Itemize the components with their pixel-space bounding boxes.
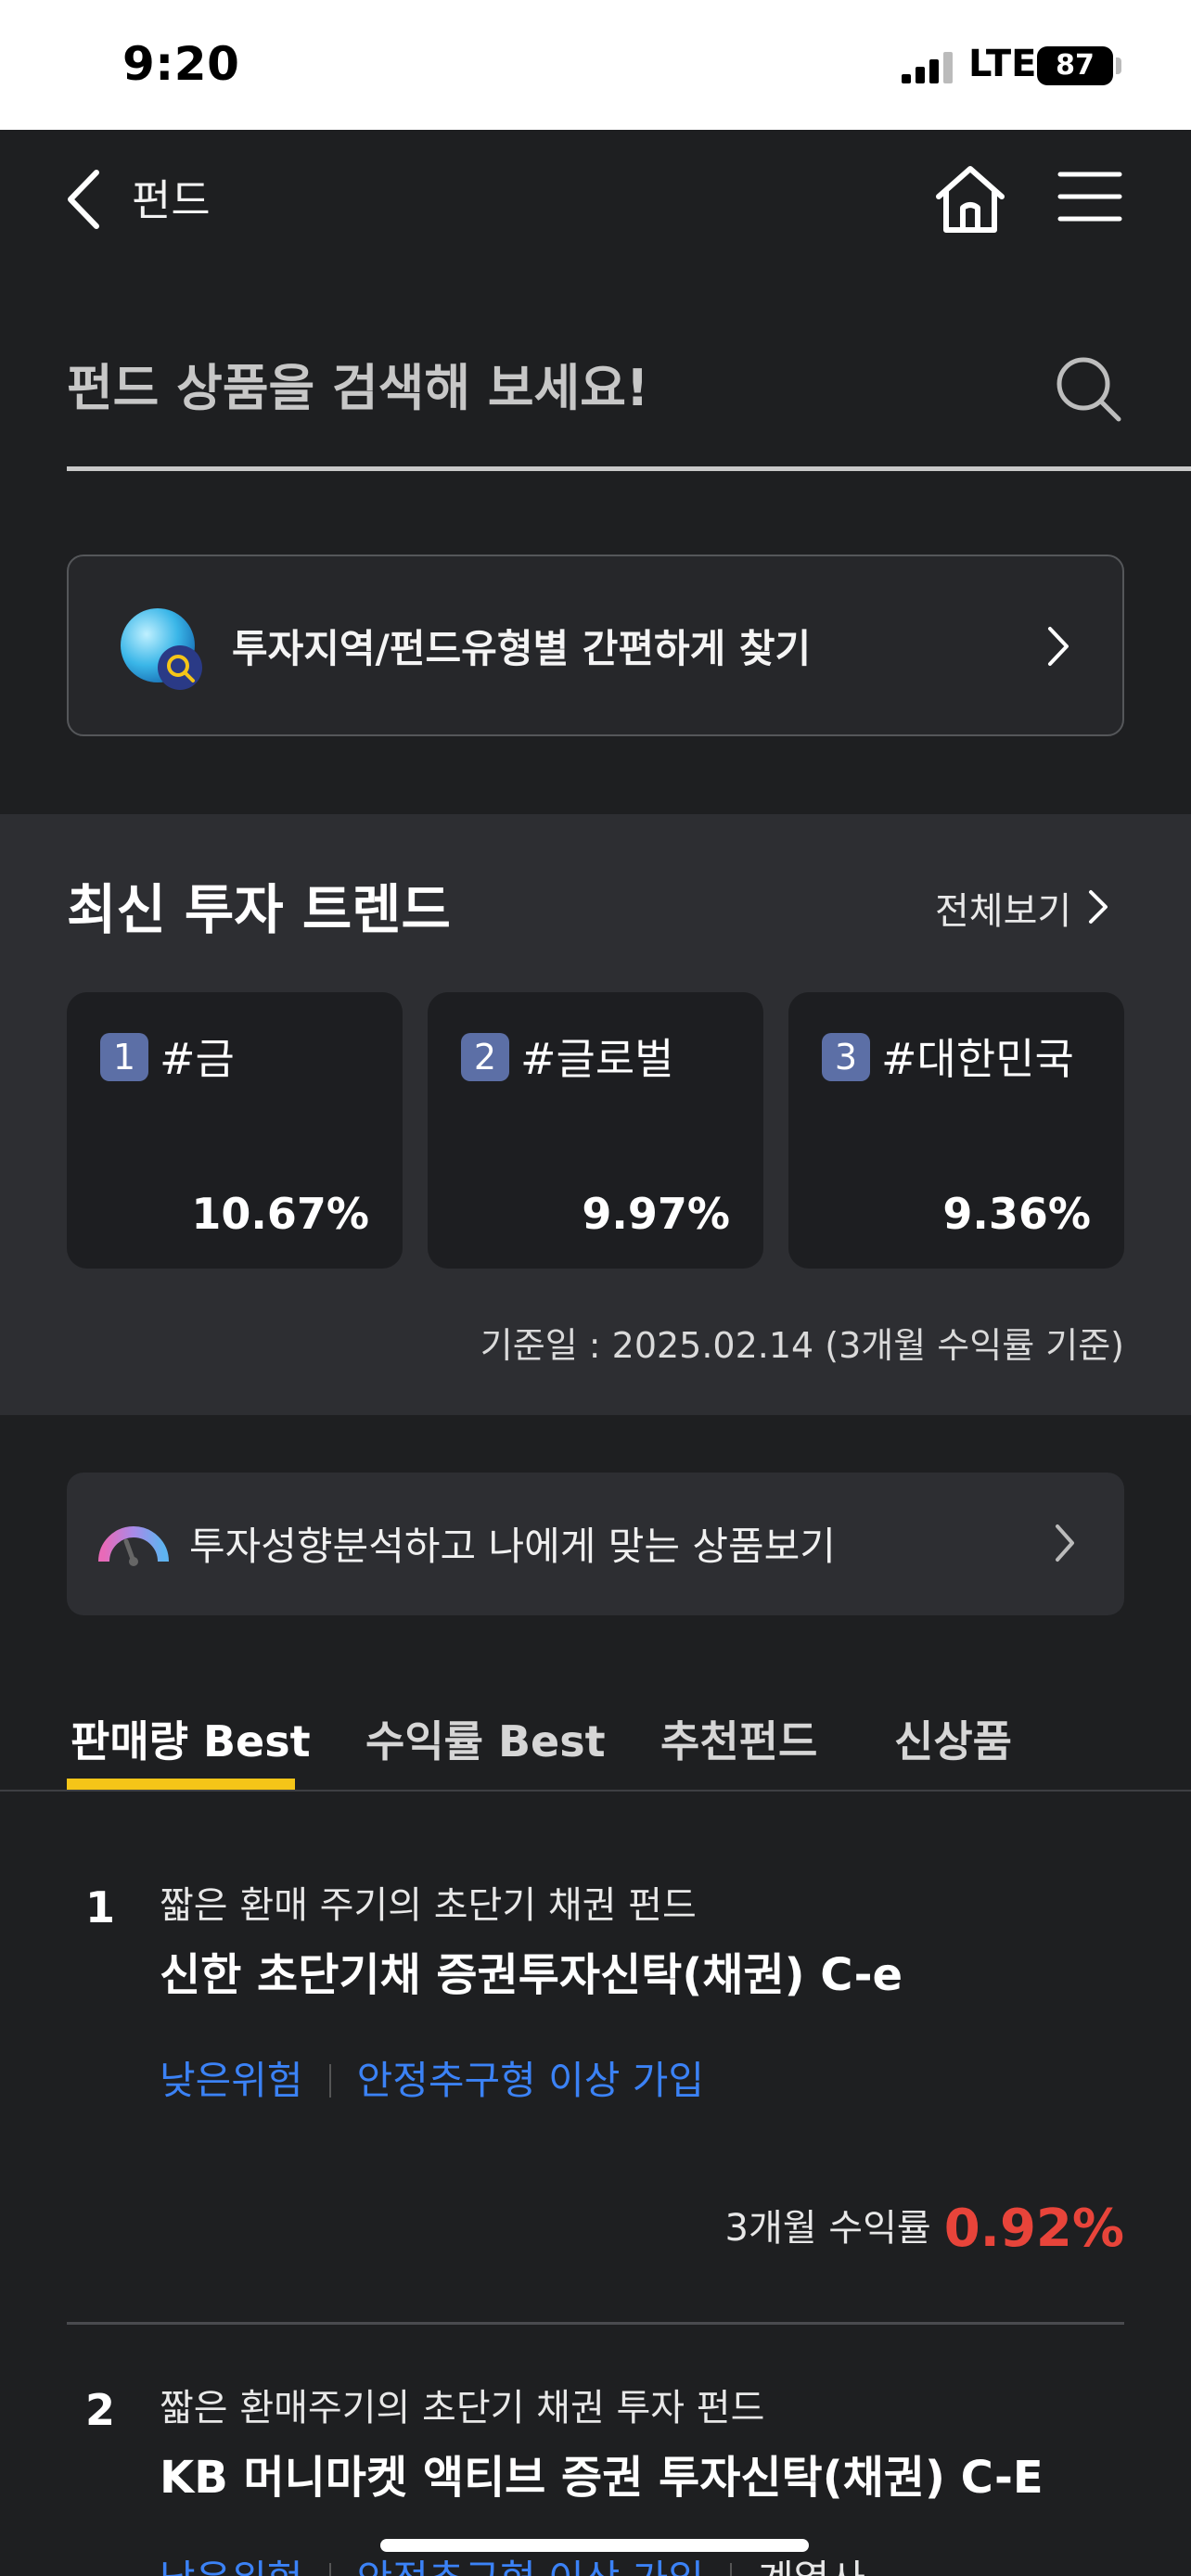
separator bbox=[328, 2563, 331, 2576]
tab-recommended[interactable]: 추천펀드 bbox=[660, 1708, 817, 1788]
status-time: 9:20 bbox=[122, 37, 240, 91]
battery-icon: 87 bbox=[1037, 46, 1113, 85]
fund-rank: 1 bbox=[85, 1882, 116, 1932]
return-label: 3개월 수익률 bbox=[724, 2207, 931, 2250]
signal-icon bbox=[902, 52, 953, 83]
separator bbox=[328, 2064, 331, 2098]
trend-card[interactable]: 1 #금 10.67% bbox=[67, 992, 403, 1269]
trend-section: 최신 투자 트렌드 전체보기 1 #금 10.67% 2 #글로벌 9.97% … bbox=[0, 814, 1191, 1415]
propensity-analysis-button[interactable]: 투자성향분석하고 나에게 맞는 상품보기 bbox=[67, 1473, 1124, 1615]
active-tab-indicator bbox=[67, 1779, 295, 1790]
tab-new-products[interactable]: 신상품 bbox=[894, 1708, 1012, 1788]
affiliate-label: 계열사 bbox=[758, 2557, 865, 2576]
eligibility: 안정추구형 이상 가입 bbox=[356, 2058, 705, 2103]
divider bbox=[67, 2322, 1124, 2325]
back-icon[interactable] bbox=[63, 167, 109, 232]
tab-sales-best[interactable]: 판매량 Best bbox=[70, 1708, 311, 1788]
trend-card[interactable]: 2 #글로벌 9.97% bbox=[428, 992, 763, 1269]
fund-ranking-tabs: 판매량 Best 수익률 Best 추천펀드 신상품 bbox=[0, 1697, 1191, 1792]
search-icon[interactable] bbox=[1054, 354, 1124, 425]
risk-level: 낮은위험 bbox=[160, 2557, 303, 2576]
trend-rate: 10.67% bbox=[191, 1189, 369, 1239]
home-indicator[interactable] bbox=[380, 2539, 809, 2552]
globe-search-icon bbox=[121, 608, 202, 690]
trend-title: 최신 투자 트렌드 bbox=[67, 878, 451, 941]
trend-base-date: 기준일 : 2025.02.14 (3개월 수익률 기준) bbox=[480, 1325, 1124, 1366]
page-title: 펀드 bbox=[132, 175, 211, 225]
fund-description: 짧은 환매 주기의 초단기 채권 펀드 bbox=[160, 1884, 697, 1927]
fund-rank: 2 bbox=[85, 2385, 116, 2435]
fund-name: 신한 초단기채 증권투자신탁(채권) C-e bbox=[160, 1949, 903, 2001]
fund-list-item[interactable]: 1 짧은 환매 주기의 초단기 채권 펀드 신한 초단기채 증권투자신탁(채권)… bbox=[0, 1845, 1191, 2309]
trend-card[interactable]: 3 #대한민국 9.36% bbox=[788, 992, 1124, 1269]
trend-rank-badge: 1 bbox=[100, 1033, 148, 1081]
chevron-right-icon bbox=[1089, 890, 1108, 924]
battery-tip bbox=[1116, 57, 1121, 74]
propensity-label: 투자성향분석하고 나에게 맞는 상품보기 bbox=[189, 1524, 836, 1569]
separator bbox=[730, 2563, 733, 2576]
fund-risk-info: 낮은위험 안정추구형 이상 가입 계열사 bbox=[160, 2548, 865, 2576]
search-input[interactable] bbox=[67, 351, 994, 425]
chevron-right-icon bbox=[1048, 627, 1069, 666]
trend-rank-badge: 2 bbox=[461, 1033, 509, 1081]
eligibility: 안정추구형 이상 가입 bbox=[357, 2557, 704, 2576]
fund-name: KB 머니마켓 액티브 증권 투자신탁(채권) C-E bbox=[160, 2452, 1044, 2504]
view-all-link[interactable]: 전체보기 bbox=[935, 881, 1071, 935]
trend-rate: 9.36% bbox=[942, 1189, 1091, 1239]
trend-tag: #대한민국 bbox=[881, 1034, 1074, 1084]
fund-description: 짧은 환매주기의 초단기 채권 투자 펀드 bbox=[160, 2387, 765, 2429]
risk-level: 낮은위험 bbox=[160, 2058, 303, 2103]
return-value: 0.92% bbox=[943, 2199, 1124, 2259]
nav-bar: 펀드 bbox=[0, 130, 1191, 269]
fund-finder-label: 투자지역/펀드유형별 간편하게 찾기 bbox=[232, 626, 812, 671]
network-label: LTE bbox=[968, 43, 1037, 85]
trend-tag: #금 bbox=[160, 1034, 235, 1084]
trend-rate: 9.97% bbox=[582, 1189, 730, 1239]
trend-tag: #글로벌 bbox=[520, 1034, 674, 1084]
fund-risk-info: 낮은위험 안정추구형 이상 가입 bbox=[160, 2049, 704, 2106]
fund-finder-button[interactable]: 투자지역/펀드유형별 간편하게 찾기 bbox=[67, 555, 1124, 736]
fund-return: 3개월 수익률 0.92% bbox=[725, 2198, 1124, 2259]
home-icon[interactable] bbox=[933, 163, 1007, 236]
tab-return-best[interactable]: 수익률 Best bbox=[365, 1708, 606, 1788]
search-bar bbox=[67, 334, 1191, 471]
gauge-icon bbox=[98, 1526, 169, 1566]
menu-icon[interactable] bbox=[1057, 169, 1122, 224]
trend-rank-badge: 3 bbox=[822, 1033, 870, 1081]
chevron-right-icon bbox=[1056, 1524, 1074, 1562]
status-bar: 9:20 LTE 87 bbox=[0, 0, 1191, 130]
